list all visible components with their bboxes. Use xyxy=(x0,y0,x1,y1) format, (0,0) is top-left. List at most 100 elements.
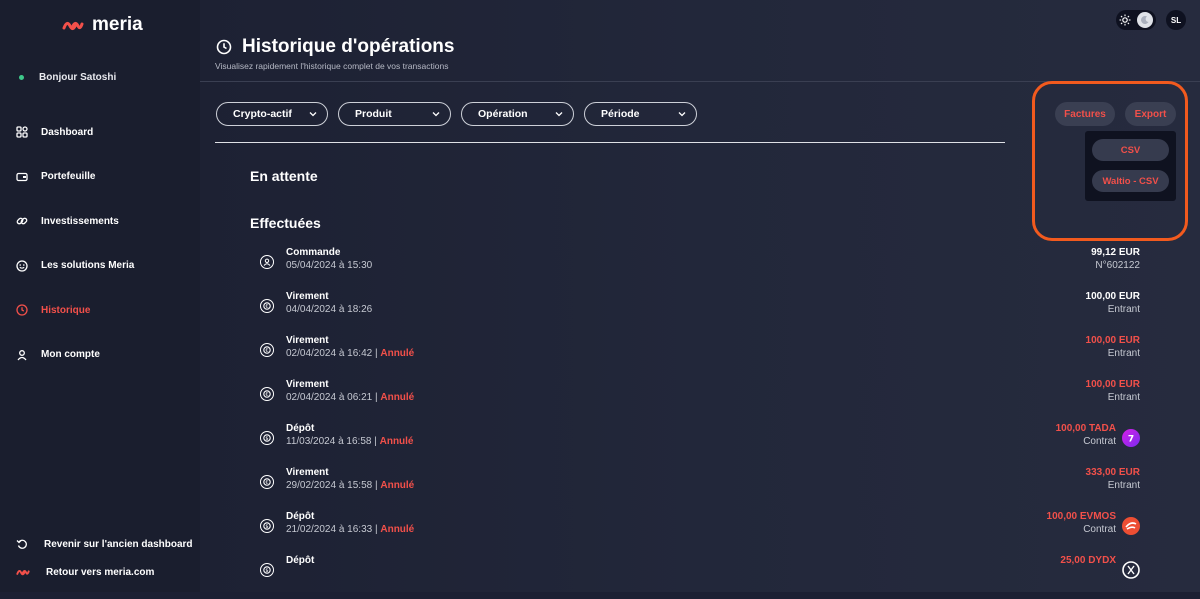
transaction-row[interactable]: $ Dépôt 21/02/2024 à 16:33 | Annulé 100,00 … xyxy=(260,511,1140,555)
sidebar-bottom: Revenir sur l'ancien dashboard Retour ve… xyxy=(0,530,200,586)
filter-label: Période xyxy=(601,108,640,120)
transaction-type: Dépôt xyxy=(286,511,315,522)
user-circle-icon xyxy=(260,255,274,269)
sidebar-item-label: Mon compte xyxy=(41,349,100,361)
transaction-date: 29/02/2024 à 15:58 | Annulé xyxy=(286,480,414,491)
transaction-date: 11/03/2024 à 16:58 | Annulé xyxy=(286,436,414,447)
tada-icon: 7 xyxy=(1122,429,1140,447)
svg-text:€: € xyxy=(265,392,268,398)
transaction-date-text: 21/02/2024 à 16:33 xyxy=(286,524,373,535)
transaction-amount: 99,12 EUR xyxy=(1091,247,1140,258)
transaction-row[interactable]: $ Dépôt 11/03/2024 à 16:58 | Annulé 100,00 … xyxy=(260,423,1140,467)
theme-toggle[interactable] xyxy=(1116,10,1156,30)
transaction-row[interactable]: Commande 05/04/2024 à 15:30 99,12 EUR N°602… xyxy=(260,247,1140,291)
transaction-row[interactable]: € Virement 04/04/2024 à 18:26 100,00 EUR Ent… xyxy=(260,291,1140,335)
filter-label: Crypto-actif xyxy=(233,108,292,120)
transaction-type: Dépôt xyxy=(286,555,315,566)
svg-text:7: 7 xyxy=(1128,435,1134,445)
old-dashboard-label: Revenir sur l'ancien dashboard xyxy=(44,538,193,550)
chevron-down-icon xyxy=(309,112,317,117)
avatar[interactable]: SL xyxy=(1166,10,1186,30)
filter-produit[interactable]: Produit xyxy=(338,102,451,126)
chevron-down-icon xyxy=(678,112,686,117)
logo-text: meria xyxy=(92,14,143,35)
transaction-subtext: Entrant xyxy=(1107,392,1140,403)
transaction-date-text: 02/04/2024 à 06:21 xyxy=(286,392,373,403)
highlight-annotation xyxy=(1032,81,1188,241)
sidebar-item-label: Historique xyxy=(41,304,91,316)
transaction-date: 05/04/2024 à 15:30 xyxy=(286,260,372,271)
filter-periode[interactable]: Période xyxy=(584,102,697,126)
transaction-row[interactable]: € Virement 02/04/2024 à 06:21 | Annulé 100,… xyxy=(260,379,1140,423)
page-title: Historique d'opérations xyxy=(242,36,455,57)
filter-operation[interactable]: Opération xyxy=(461,102,574,126)
chevron-down-icon xyxy=(432,112,440,117)
transaction-date: 04/04/2024 à 18:26 xyxy=(286,304,372,315)
sidebar-item-label: Les solutions Meria xyxy=(41,260,135,272)
transaction-type: Virement xyxy=(286,379,329,390)
transaction-row[interactable]: € Virement 29/02/2024 à 15:58 | Annulé 333,… xyxy=(260,467,1140,511)
transaction-type: Virement xyxy=(286,467,329,478)
sidebar-item-investissements[interactable]: Investissements xyxy=(0,199,200,244)
transaction-type: Virement xyxy=(286,291,329,302)
transaction-date: 21/02/2024 à 16:33 | Annulé xyxy=(286,524,414,535)
greeting-text: Bonjour Satoshi xyxy=(39,72,117,83)
sidebar-item-solutions[interactable]: Les solutions Meria xyxy=(0,244,200,289)
evmos-icon xyxy=(1122,517,1140,535)
online-status-dot xyxy=(19,75,24,80)
transaction-type: Commande xyxy=(286,247,341,258)
coin-icon: $ xyxy=(260,431,274,445)
old-dashboard-link[interactable]: Revenir sur l'ancien dashboard xyxy=(0,530,200,558)
svg-text:€: € xyxy=(265,480,268,486)
transaction-row[interactable]: € Virement 02/04/2024 à 16:42 | Annulé 100,… xyxy=(260,335,1140,379)
coin-icon: $ xyxy=(260,563,274,577)
transaction-date: 02/04/2024 à 06:21 | Annulé xyxy=(286,392,414,403)
clock-icon xyxy=(16,304,28,316)
status-cancelled: Annulé xyxy=(380,480,415,491)
grid-icon xyxy=(16,126,28,138)
status-cancelled: Annulé xyxy=(380,392,415,403)
clock-icon xyxy=(216,39,232,55)
transaction-date: 02/04/2024 à 16:42 | Annulé xyxy=(286,348,414,359)
meria-logo-icon xyxy=(16,570,30,576)
sidebar-nav: Dashboard Portefeuille Investissements L… xyxy=(0,110,200,377)
svg-text:$: $ xyxy=(265,436,268,442)
sidebar-item-label: Investissements xyxy=(41,215,119,227)
page-subtitle: Visualisez rapidement l'historique compl… xyxy=(215,61,449,71)
transaction-date-text: 04/04/2024 à 18:26 xyxy=(286,304,373,315)
status-separator: | xyxy=(371,436,380,447)
status-cancelled: Annulé xyxy=(380,348,415,359)
undo-icon xyxy=(16,539,27,549)
svg-text:$: $ xyxy=(265,568,268,574)
svg-text:€: € xyxy=(265,348,268,354)
filter-bar: Crypto-actif Produit Opération Période xyxy=(216,102,697,126)
status-cancelled: Annulé xyxy=(380,524,415,535)
transaction-type: Dépôt xyxy=(286,423,315,434)
transaction-amount: 333,00 EUR xyxy=(1085,467,1140,478)
wallet-icon xyxy=(16,171,28,183)
sidebar-item-historique[interactable]: Historique xyxy=(0,288,200,333)
sun-icon xyxy=(1119,14,1131,26)
section-pending: En attente xyxy=(250,168,318,184)
svg-text:$: $ xyxy=(265,524,268,530)
transaction-row[interactable]: $ Dépôt 25,00 DYDX xyxy=(260,555,1140,599)
meria-site-link[interactable]: Retour vers meria.com xyxy=(0,558,200,586)
sidebar-item-mon-compte[interactable]: Mon compte xyxy=(0,333,200,378)
filter-crypto-actif[interactable]: Crypto-actif xyxy=(216,102,328,126)
transaction-subtext: Contrat xyxy=(1083,524,1116,535)
transaction-subtext: Entrant xyxy=(1107,348,1140,359)
transaction-subtext: Entrant xyxy=(1107,304,1140,315)
greeting: Bonjour Satoshi xyxy=(19,72,116,83)
transaction-subtext: Contrat xyxy=(1083,436,1116,447)
sidebar-item-dashboard[interactable]: Dashboard xyxy=(0,110,200,155)
transaction-subtext: Entrant xyxy=(1107,480,1140,491)
transaction-amount: 100,00 EVMOS xyxy=(1046,511,1116,522)
chevron-down-icon xyxy=(555,112,563,117)
coin-icon: $ xyxy=(260,519,274,533)
transaction-amount: 100,00 EUR xyxy=(1085,291,1140,302)
sidebar-item-portefeuille[interactable]: Portefeuille xyxy=(0,155,200,200)
link-icon xyxy=(16,215,28,227)
user-icon xyxy=(16,349,28,361)
section-done: Effectuées xyxy=(250,215,321,231)
meria-logo[interactable]: meria xyxy=(62,14,143,36)
